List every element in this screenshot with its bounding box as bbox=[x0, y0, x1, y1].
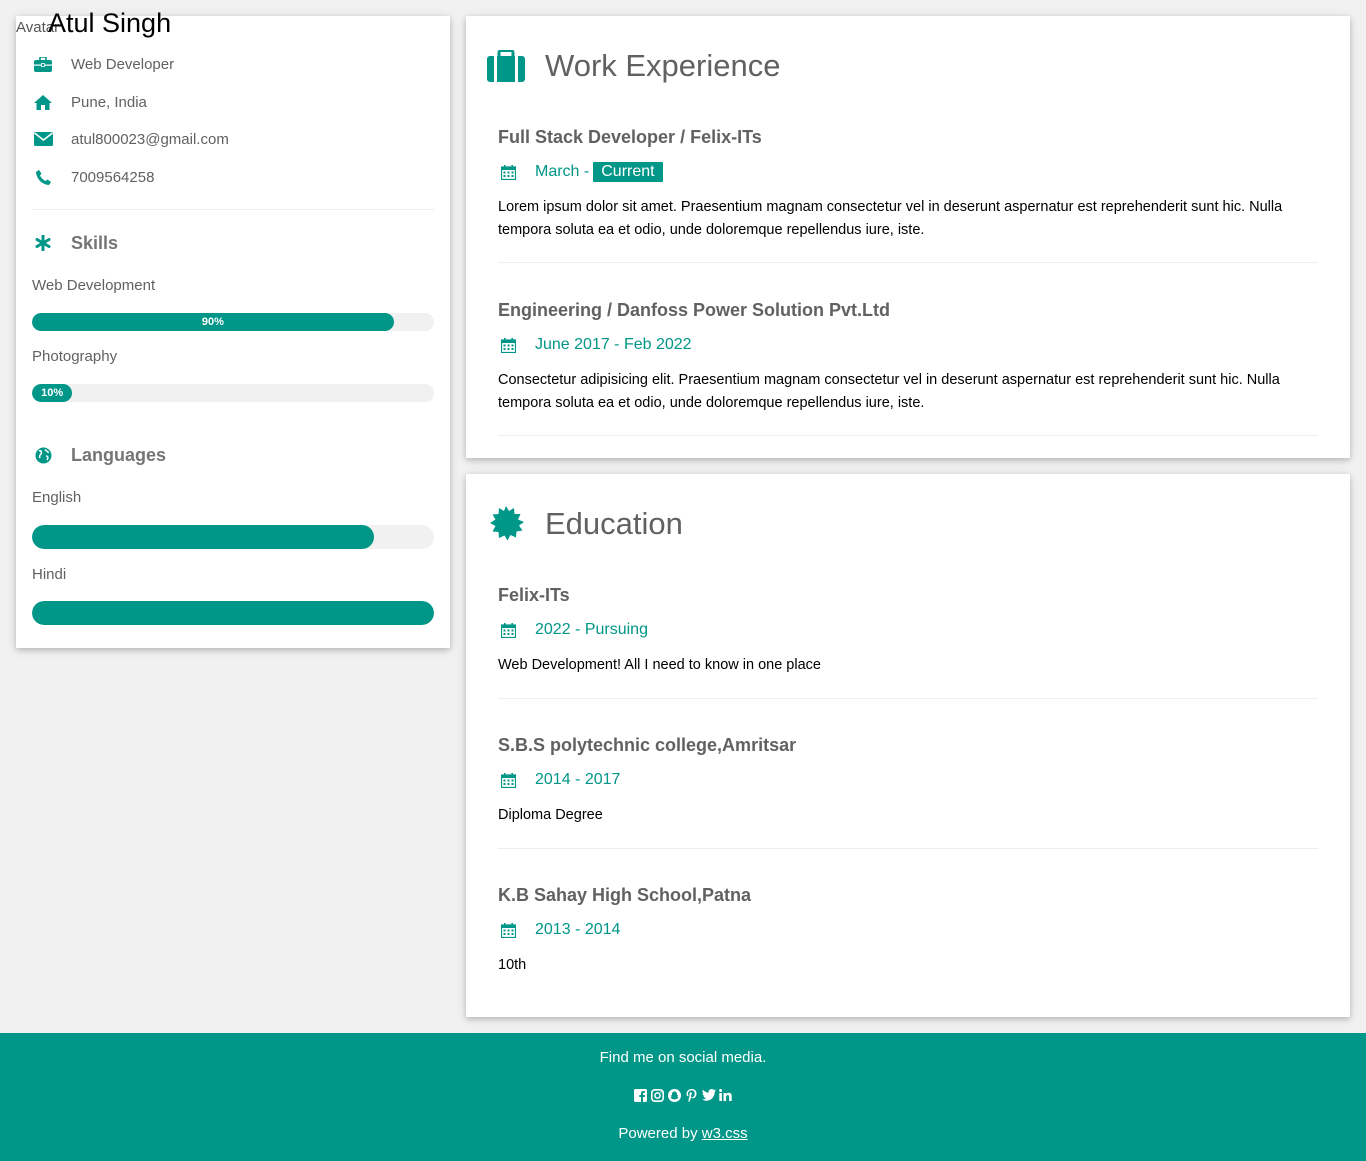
social-icons bbox=[0, 1088, 1366, 1102]
language-label: English bbox=[32, 489, 82, 506]
education-entry-description: 10th bbox=[498, 957, 527, 973]
twitter-icon[interactable] bbox=[701, 1088, 716, 1102]
phone-row: 7009564258 bbox=[32, 166, 154, 188]
location-text: Pune, India bbox=[71, 93, 147, 111]
phone-icon bbox=[32, 167, 54, 187]
skill-progress-fill: 90% bbox=[32, 313, 394, 331]
education-entry-title: Felix-ITs bbox=[498, 585, 570, 605]
education-card: Education Felix-ITs 2022 - Pursuing Web … bbox=[466, 474, 1350, 1017]
education-entry: K.B Sahay High School,Patna 2013 - 2014 … bbox=[498, 883, 1318, 977]
pinterest-icon[interactable] bbox=[685, 1088, 699, 1102]
divider bbox=[498, 262, 1318, 263]
skill-label: Web Development bbox=[32, 277, 156, 294]
footer-text: Find me on social media. bbox=[599, 1049, 767, 1066]
work-experience-heading: Work Experience bbox=[486, 46, 780, 86]
languages-heading-label: Languages bbox=[71, 444, 167, 465]
education-entry-description: Diploma Degree bbox=[498, 807, 603, 823]
location-row: Pune, India bbox=[32, 91, 147, 113]
education-entry-title: S.B.S polytechnic college,Amritsar bbox=[498, 735, 797, 755]
work-experience-card: Work Experience Full Stack Developer / F… bbox=[466, 16, 1350, 458]
education-entry-description: Web Development! All I need to know in o… bbox=[498, 657, 821, 673]
globe-icon bbox=[32, 444, 54, 466]
work-entry-description: Consectetur adipisicing elit. Praesentiu… bbox=[498, 372, 1280, 411]
language-progress-bar bbox=[32, 601, 434, 625]
instagram-icon[interactable] bbox=[651, 1088, 665, 1102]
language-label: Hindi bbox=[32, 566, 67, 583]
languages-heading: Languages bbox=[32, 442, 166, 468]
profile-card: Atul Singh Avatar Web Developer Pune, In… bbox=[16, 8, 450, 648]
phone-text: 7009564258 bbox=[71, 168, 155, 186]
work-entry: Full Stack Developer / Felix-ITs March -… bbox=[498, 125, 1318, 263]
language-progress-fill bbox=[32, 601, 434, 625]
work-entry-date-text: March - bbox=[535, 163, 590, 180]
education-entry: S.B.S polytechnic college,Amritsar 2014 … bbox=[498, 733, 1318, 849]
work-entry-title: Full Stack Developer / Felix-ITs bbox=[498, 127, 762, 147]
envelope-icon bbox=[32, 129, 54, 149]
education-entry-date-text: 2014 - 2017 bbox=[535, 771, 621, 788]
divider bbox=[498, 435, 1318, 436]
education-entry-date-text: 2022 - Pursuing bbox=[535, 621, 648, 638]
skills-heading-label: Skills bbox=[71, 232, 119, 253]
education-entry-date-text: 2013 - 2014 bbox=[535, 921, 621, 938]
calendar-icon bbox=[498, 164, 518, 180]
work-entry-date: March - Current bbox=[498, 160, 1318, 184]
education-entry-title: K.B Sahay High School,Patna bbox=[498, 885, 752, 905]
job-row: Web Developer bbox=[32, 53, 174, 75]
certificate-icon bbox=[486, 504, 526, 544]
education-entry-date: 2022 - Pursuing bbox=[498, 618, 1318, 642]
skill-progress-fill: 10% bbox=[32, 384, 73, 402]
work-entry-date: June 2017 - Feb 2022 bbox=[498, 333, 1318, 357]
education-entry-date: 2013 - 2014 bbox=[498, 918, 1318, 942]
skill-progress-bar: 90% bbox=[32, 313, 434, 331]
education-entry-date: 2014 - 2017 bbox=[498, 768, 1318, 792]
suitcase-icon bbox=[486, 46, 526, 86]
divider bbox=[498, 698, 1318, 699]
calendar-icon bbox=[498, 922, 518, 938]
email-row: atul800023@gmail.com bbox=[32, 128, 229, 150]
asterisk-icon bbox=[32, 232, 54, 254]
divider bbox=[498, 848, 1318, 849]
email-text: atul800023@gmail.com bbox=[71, 130, 229, 148]
snapchat-icon[interactable] bbox=[668, 1088, 682, 1102]
footer: Find me on social media. Powered by w3.c… bbox=[0, 1033, 1366, 1161]
home-icon bbox=[32, 92, 54, 112]
profile-name: Atul Singh bbox=[48, 8, 172, 38]
education-heading: Education bbox=[486, 504, 683, 544]
calendar-icon bbox=[498, 772, 518, 788]
work-entry-date-text: June 2017 - Feb 2022 bbox=[535, 336, 692, 353]
facebook-icon[interactable] bbox=[634, 1088, 648, 1102]
education-entry: Felix-ITs 2022 - Pursuing Web Developmen… bbox=[498, 583, 1318, 699]
job-title: Web Developer bbox=[71, 55, 175, 73]
skills-heading: Skills bbox=[32, 230, 118, 256]
language-progress-fill bbox=[32, 525, 374, 549]
language-progress-bar bbox=[32, 525, 434, 549]
current-tag: Current bbox=[593, 162, 663, 182]
skill-progress-bar: 10% bbox=[32, 384, 434, 402]
briefcase-icon bbox=[32, 54, 54, 74]
work-entry: Engineering / Danfoss Power Solution Pvt… bbox=[498, 298, 1318, 436]
powered-by-label: Powered by bbox=[618, 1125, 698, 1142]
skill-label: Photography bbox=[32, 348, 118, 365]
education-title: Education bbox=[545, 506, 683, 541]
work-entry-title: Engineering / Danfoss Power Solution Pvt… bbox=[498, 300, 891, 320]
linkedin-icon[interactable] bbox=[719, 1088, 733, 1102]
work-entry-description: Lorem ipsum dolor sit amet. Praesentium … bbox=[498, 199, 1283, 238]
w3css-link[interactable]: w3.css bbox=[702, 1125, 748, 1142]
calendar-icon bbox=[498, 337, 518, 353]
calendar-icon bbox=[498, 622, 518, 638]
powered-by: Powered by w3.css bbox=[0, 1125, 1366, 1142]
divider bbox=[32, 209, 434, 210]
work-experience-title: Work Experience bbox=[545, 48, 781, 83]
